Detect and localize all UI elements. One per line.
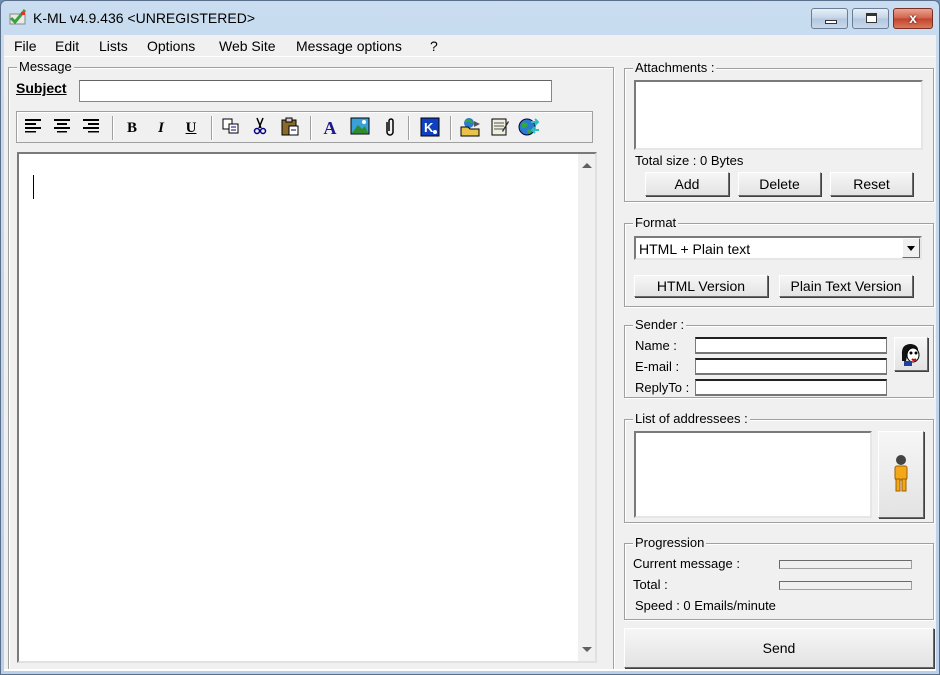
window-title: K-ML v4.9.436 <UNREGISTERED> [33, 10, 256, 26]
menu-bar: File Edit Lists Options Web Site Message… [4, 35, 936, 57]
scroll-up-arrow-icon[interactable] [582, 163, 592, 168]
attachments-group-label: Attachments : [633, 60, 717, 75]
toolbar-separator [310, 116, 312, 140]
paste-icon [281, 117, 299, 136]
addressees-manage-button[interactable] [878, 431, 924, 518]
bottom-edge [4, 669, 936, 671]
notepad-icon [491, 118, 509, 136]
font-button[interactable]: A [319, 117, 341, 139]
align-left-icon [25, 119, 41, 133]
sender-name-input[interactable] [695, 337, 887, 354]
current-message-progress [779, 560, 912, 569]
sender-email-label: E-mail : [635, 359, 680, 374]
underline-button[interactable]: U [180, 117, 202, 139]
send-button[interactable]: Send [624, 628, 934, 668]
svg-text:K: K [424, 120, 434, 135]
cut-icon [253, 117, 267, 135]
toolbar-separator [112, 116, 114, 140]
sender-name-label: Name : [635, 338, 677, 353]
insert-image-button[interactable] [349, 117, 371, 139]
menu-lists[interactable]: Lists [99, 38, 128, 54]
cut-button[interactable] [249, 117, 271, 139]
total-label: Total : [633, 577, 668, 592]
chevron-down-icon [907, 246, 915, 251]
delete-attachment-button[interactable]: Delete [738, 172, 821, 196]
align-right-icon [83, 119, 99, 133]
format-group-label: Format [633, 215, 679, 230]
kml-logo-icon: K [420, 117, 440, 137]
italic-button[interactable]: I [150, 117, 172, 139]
sender-replyto-label: ReplyTo : [635, 380, 690, 395]
message-group-label: Message [17, 59, 74, 74]
attach-button[interactable] [379, 117, 401, 139]
sender-group-label: Sender : [633, 317, 687, 332]
globe-icon [518, 118, 540, 136]
paperclip-icon [386, 118, 394, 136]
toolbar-separator [450, 116, 452, 140]
sender-email-input[interactable] [695, 358, 887, 375]
sender-profile-button[interactable] [894, 337, 928, 371]
copy-icon [222, 118, 239, 134]
person-face-icon [901, 344, 920, 366]
menu-message-options[interactable]: Message options [296, 38, 402, 54]
toolbar-separator [408, 116, 410, 140]
message-body-editor[interactable] [17, 152, 597, 663]
addressees-list[interactable] [634, 431, 872, 518]
align-center-button[interactable] [51, 117, 73, 139]
attachments-list[interactable] [634, 80, 923, 150]
format-dropdown-button[interactable] [902, 238, 920, 258]
notes-button[interactable] [489, 117, 511, 139]
format-select[interactable]: HTML + Plain text [634, 236, 922, 260]
sender-replyto-input[interactable] [695, 379, 887, 396]
close-button[interactable]: x [893, 8, 933, 29]
plain-text-version-button[interactable]: Plain Text Version [779, 275, 913, 297]
editor-scrollbar[interactable] [578, 154, 595, 661]
menu-options[interactable]: Options [147, 38, 195, 54]
person-icon [894, 455, 908, 492]
web-button[interactable] [518, 117, 540, 139]
open-button[interactable] [460, 117, 482, 139]
menu-edit[interactable]: Edit [55, 38, 79, 54]
copy-button[interactable] [220, 117, 242, 139]
menu-help[interactable]: ? [430, 38, 438, 54]
subject-input[interactable] [79, 80, 552, 102]
current-message-label: Current message : [633, 556, 740, 571]
close-icon: x [909, 10, 917, 26]
maximize-button[interactable] [852, 8, 889, 29]
progression-group-label: Progression [633, 535, 707, 550]
kml-button[interactable]: K [419, 117, 441, 139]
title-bar[interactable]: K-ML v4.9.436 <UNREGISTERED> x [1, 1, 939, 35]
attachments-total-size: Total size : 0 Bytes [635, 153, 744, 168]
subject-label: Subject [16, 80, 67, 96]
restore-icon [866, 13, 877, 23]
speed-readout: Speed : 0 Emails/minute [635, 598, 776, 613]
format-selected-value: HTML + Plain text [639, 241, 751, 257]
html-version-button[interactable]: HTML Version [634, 275, 768, 297]
client-area: File Edit Lists Options Web Site Message… [4, 35, 936, 671]
minimize-icon [825, 20, 837, 24]
open-folder-icon [460, 118, 480, 137]
add-attachment-button[interactable]: Add [645, 172, 729, 196]
app-window: K-ML v4.9.436 <UNREGISTERED> x File Edit… [0, 0, 940, 675]
app-check-icon [9, 9, 27, 25]
format-toolbar: B I U A K [16, 111, 593, 143]
text-caret [33, 175, 34, 199]
align-left-button[interactable] [22, 117, 44, 139]
menu-web-site[interactable]: Web Site [219, 38, 276, 54]
paste-button[interactable] [279, 117, 301, 139]
toolbar-separator [211, 116, 213, 140]
insert-image-icon [350, 117, 370, 135]
menu-file[interactable]: File [14, 38, 37, 54]
bold-button[interactable]: B [121, 117, 143, 139]
scroll-down-arrow-icon[interactable] [582, 647, 592, 652]
minimize-button[interactable] [811, 8, 848, 29]
reset-attachments-button[interactable]: Reset [830, 172, 913, 196]
addressees-group-label: List of addressees : [633, 411, 750, 426]
total-progress [779, 581, 912, 590]
align-center-icon [54, 119, 70, 133]
align-right-button[interactable] [80, 117, 102, 139]
